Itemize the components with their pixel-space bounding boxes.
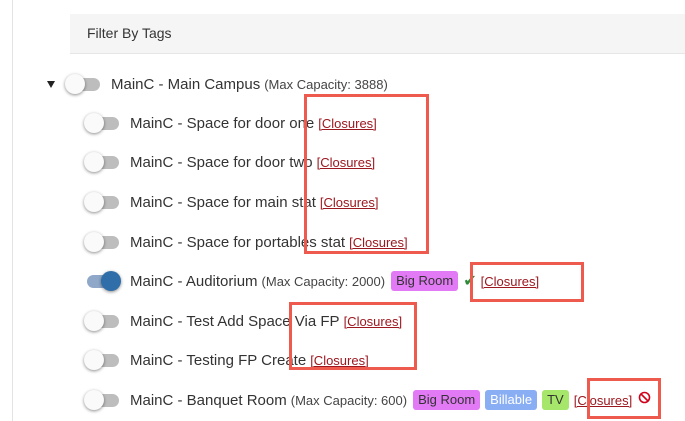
toggle-space[interactable] [84, 113, 120, 133]
toggle-knob [84, 350, 104, 370]
toggle-space[interactable] [84, 350, 120, 370]
filter-by-tags-label: Filter By Tags [87, 25, 172, 41]
closures-link[interactable]: [Closures] [317, 155, 376, 170]
tag-badge: Billable [485, 390, 538, 410]
tag-badge: TV [542, 390, 569, 410]
space-name: MainC - Banquet Room [130, 391, 287, 409]
left-divider [12, 0, 13, 421]
toggle-knob [84, 311, 104, 331]
space-name: MainC - Testing FP Create [130, 351, 307, 369]
max-capacity: (Max Capacity: 2000) [261, 273, 386, 289]
space-name: MainC - Space for main stat [130, 193, 316, 211]
tree-item-row: MainC - Space for door two [Closures] [84, 148, 375, 176]
closures-link[interactable]: [Closures] [481, 274, 540, 289]
space-name: MainC - Space for door two [130, 153, 313, 171]
space-name: MainC - Main Campus [111, 75, 261, 93]
space-name: MainC - Test Add Space Via FP [130, 312, 340, 330]
max-capacity: (Max Capacity: 600) [290, 392, 408, 408]
closures-link[interactable]: [Closures] [310, 353, 369, 368]
ban-icon [638, 391, 651, 409]
page: Filter By Tags MainC - Main Campus (Max … [0, 0, 685, 421]
closures-link[interactable]: [Closures] [318, 116, 377, 131]
toggle-space[interactable] [84, 311, 120, 331]
tree-item-row: MainC - Auditorium (Max Capacity: 2000) … [84, 267, 539, 295]
toggle-main-campus[interactable] [65, 74, 101, 94]
toggle-knob [101, 271, 121, 291]
tree-item-row: MainC - Testing FP Create [Closures] [84, 346, 369, 374]
closures-link[interactable]: [Closures] [344, 314, 403, 329]
toggle-knob [84, 113, 104, 133]
toggle-knob [65, 74, 85, 94]
toggle-knob [84, 232, 104, 252]
tree-item-row: MainC - Space for door one [Closures] [84, 109, 377, 137]
tag-badge: Big Room [391, 271, 459, 291]
space-name: MainC - Space for portables stat [130, 233, 346, 251]
toggle-space[interactable] [84, 232, 120, 252]
closures-link[interactable]: [Closures] [320, 195, 379, 210]
check-icon: ✔ [463, 273, 477, 290]
space-name: MainC - Auditorium [130, 272, 258, 290]
tree-item-row: MainC - Test Add Space Via FP [Closures] [84, 307, 402, 335]
toggle-knob [84, 390, 104, 410]
toggle-space[interactable] [84, 152, 120, 172]
tree-root-row: MainC - Main Campus (Max Capacity: 3888) [47, 70, 394, 98]
tree-item-row: MainC - Banquet Room (Max Capacity: 600)… [84, 386, 651, 414]
toggle-knob [84, 152, 104, 172]
tree-item-row: MainC - Space for portables stat [Closur… [84, 228, 408, 256]
toggle-space[interactable] [84, 390, 120, 410]
tree-item-row: MainC - Space for main stat [Closures] [84, 188, 378, 216]
space-name: MainC - Space for door one [130, 114, 315, 132]
toggle-space[interactable] [84, 192, 120, 212]
closures-link[interactable]: [Closures] [349, 235, 408, 250]
filter-by-tags-bar[interactable]: Filter By Tags [70, 14, 685, 54]
caret-down-icon[interactable] [47, 80, 55, 88]
max-capacity: (Max Capacity: 3888) [264, 76, 388, 92]
toggle-space[interactable] [84, 271, 121, 291]
tag-badge: Big Room [413, 390, 481, 410]
toggle-knob [84, 192, 104, 212]
closures-link[interactable]: [Closures] [574, 393, 633, 408]
